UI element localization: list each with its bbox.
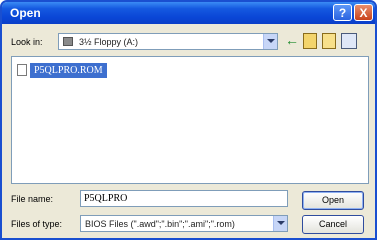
look-in-label: Look in: — [11, 37, 43, 47]
look-in-value: 3½ Floppy (A:) — [79, 37, 139, 47]
cancel-button[interactable]: Cancel — [302, 215, 364, 234]
file-type-value: BIOS Files (".awd";".bin";".ami";".rom) — [85, 219, 235, 229]
open-button[interactable]: Open — [302, 191, 364, 210]
open-dialog: Open ? X Look in: 3½ Floppy (A:) ← P5QLP… — [0, 0, 377, 240]
close-button[interactable]: X — [354, 4, 373, 21]
file-name-field[interactable]: P5QLPRO — [80, 190, 288, 207]
file-icon — [17, 64, 27, 76]
new-folder-icon[interactable] — [322, 33, 336, 49]
up-folder-icon[interactable] — [303, 33, 317, 49]
file-type-dropdown[interactable]: BIOS Files (".awd";".bin";".ami";".rom) — [80, 215, 288, 232]
file-name-label: File name: — [11, 194, 54, 204]
window-title: Open — [10, 6, 41, 20]
floppy-drive-icon — [63, 37, 73, 46]
chevron-down-icon[interactable] — [273, 216, 287, 231]
list-item[interactable]: P5QLPRO.ROM — [17, 63, 128, 78]
views-menu-icon[interactable] — [341, 33, 357, 49]
help-button[interactable]: ? — [333, 4, 352, 21]
file-list[interactable]: P5QLPRO.ROM — [11, 56, 369, 184]
look-in-dropdown[interactable]: 3½ Floppy (A:) — [58, 33, 278, 50]
file-type-label: Files of type: — [11, 219, 63, 229]
back-arrow-icon[interactable]: ← — [285, 33, 299, 49]
file-name-text: P5QLPRO.ROM — [30, 63, 107, 78]
chevron-down-icon[interactable] — [263, 34, 277, 49]
title-bar[interactable]: Open ? X — [2, 2, 375, 24]
